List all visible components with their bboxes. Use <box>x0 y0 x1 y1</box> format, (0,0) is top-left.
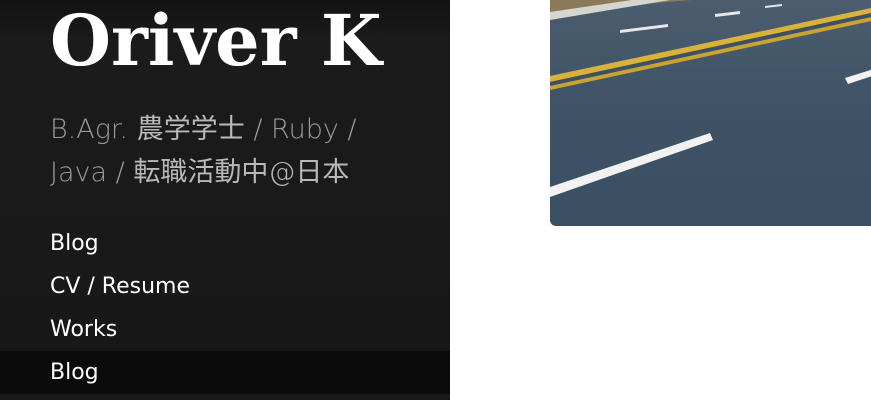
nav-item-blog[interactable]: Blog <box>0 222 450 265</box>
nav-list-item: Works <box>0 308 450 351</box>
nav-item-cv-resume[interactable]: CV / Resume <box>0 265 450 308</box>
nav-item-works[interactable]: Works <box>0 308 450 351</box>
nav-item-blog-active[interactable]: Blog <box>0 351 450 394</box>
road-surface <box>550 0 871 226</box>
tagline-language-java: Java <box>50 157 108 188</box>
nav-list-item: Blog <box>0 222 450 265</box>
tagline-separator: / <box>347 114 357 145</box>
road-photo <box>550 0 871 226</box>
page: Oriver K B.Agr. 農学学士 / Ruby / Java / 転職活… <box>0 0 871 400</box>
tagline-separator: / <box>253 114 263 145</box>
tagline-language-ruby: Ruby <box>271 114 339 145</box>
sidebar: Oriver K B.Agr. 農学学士 / Ruby / Java / 転職活… <box>0 0 450 400</box>
nav-list-item: CV / Resume <box>0 265 450 308</box>
nav-list: Blog CV / Resume Works Blog <box>0 222 450 394</box>
tagline-degree-abbrev: B.Agr. <box>50 114 129 145</box>
site-title[interactable]: Oriver K <box>50 0 382 86</box>
tagline-status: 転職活動中@日本 <box>133 157 350 188</box>
tagline-separator: / <box>115 157 125 188</box>
hero-image <box>550 0 871 226</box>
site-tagline: B.Agr. 農学学士 / Ruby / Java / 転職活動中@日本 <box>50 108 410 194</box>
tagline-degree: 農学学士 <box>136 114 245 145</box>
nav-list-item: Blog <box>0 351 450 394</box>
